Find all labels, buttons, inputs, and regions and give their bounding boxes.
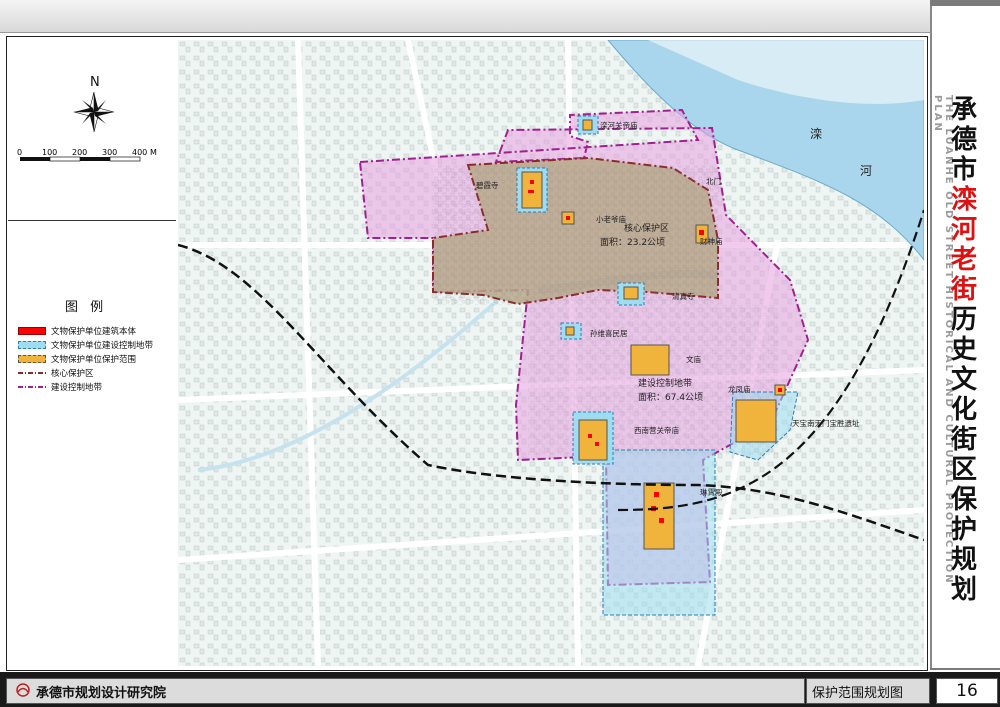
- title-suffix: 历史文化街区保护规划: [950, 305, 977, 605]
- legend-item-protection-range: 文物保护单位保护范围: [18, 352, 153, 366]
- legend-title: 图 例: [65, 300, 108, 315]
- main-title: 承德市 滦河老街 历史文化街区保护规划: [945, 95, 983, 605]
- site-label-8: 文庙: [686, 354, 701, 364]
- legend-swatch-protection-range: [18, 355, 46, 363]
- north-arrow-icon: N: [73, 75, 115, 133]
- legend: 文物保护单位建筑本体 文物保护单位建设控制地带 文物保护单位保护范围 核心保护区…: [18, 324, 153, 394]
- control-area-label: 建设控制地带: [638, 377, 692, 389]
- legend-item-construction-control: 建设控制地带: [18, 380, 153, 394]
- legend-swatch-construction-control: [18, 386, 46, 388]
- page-number: 16: [936, 678, 998, 704]
- title-prefix: 承德市: [950, 95, 977, 185]
- scale-tick-0: 0: [17, 148, 22, 157]
- site-label-5: 财神庙: [700, 236, 723, 246]
- control-area-size: 面积：67.4公顷: [638, 391, 703, 403]
- core-area-size: 面积：23.2公顷: [600, 236, 665, 248]
- legend-label-control-zone: 文物保护单位建设控制地带: [51, 341, 154, 351]
- drawing-name: 保护范围规划图: [812, 686, 904, 701]
- institute-logo-icon: [16, 683, 30, 697]
- legend-label-construction-control: 建设控制地带: [51, 383, 103, 393]
- north-label: N: [90, 75, 100, 90]
- legend-item-building: 文物保护单位建筑本体: [18, 324, 153, 338]
- top-banner: [0, 0, 1000, 33]
- site-label-1: 滦河关帝庙: [600, 120, 638, 130]
- site-label-2: 碧霞寺: [476, 180, 499, 190]
- map-area: 滦 河 核心保护区 面积：23.2公顷 建设控制地带 面积：67.4公顷 滦河关…: [178, 40, 924, 666]
- site-label-11: 天宝南天门宝胜遗址: [792, 418, 860, 428]
- legend-label-building: 文物保护单位建筑本体: [51, 327, 137, 337]
- scale-unit: M: [150, 148, 157, 157]
- legend-swatch-building: [18, 327, 46, 335]
- site-label-4: 北门: [706, 177, 721, 186]
- scale-tick-400: 400: [132, 148, 147, 157]
- compass-panel: N: [8, 40, 176, 221]
- organization-name: 承德市规划设计研究院: [36, 686, 167, 701]
- legend-swatch-core-area: [18, 372, 46, 374]
- legend-item-control-zone: 文物保护单位建设控制地带: [18, 338, 153, 352]
- legend-swatch-control-zone: [18, 341, 46, 349]
- site-label-7: 孙维喜民居: [590, 328, 628, 338]
- scale-tick-200: 200: [72, 148, 87, 157]
- site-label-9: 龙凤庙: [728, 384, 751, 394]
- scale-tick-300: 300: [102, 148, 117, 157]
- title-highlight: 滦河老街: [950, 185, 977, 305]
- river-label-1: 滦: [810, 126, 822, 141]
- legend-label-core-area: 核心保护区: [51, 369, 94, 379]
- site-label-12: 琳霄殿: [700, 487, 723, 497]
- site-label-10: 西南营关帝庙: [634, 425, 679, 435]
- scale-bar-blocks: [20, 156, 141, 162]
- site-label-3: 小老爷庙: [596, 214, 626, 224]
- planning-map: 滦 河 核心保护区 面积：23.2公顷 建设控制地带 面积：67.4公顷 滦河关…: [178, 40, 924, 666]
- river-label-2: 河: [860, 164, 872, 178]
- scale-tick-100: 100: [42, 148, 57, 157]
- legend-label-protection-range: 文物保护单位保护范围: [51, 355, 137, 365]
- scale-bar: 0 100 200 300 400 M: [16, 145, 176, 175]
- core-area-label: 核心保护区: [624, 222, 669, 234]
- site-label-6: 清真寺: [672, 291, 695, 301]
- legend-item-core-area: 核心保护区: [18, 366, 153, 380]
